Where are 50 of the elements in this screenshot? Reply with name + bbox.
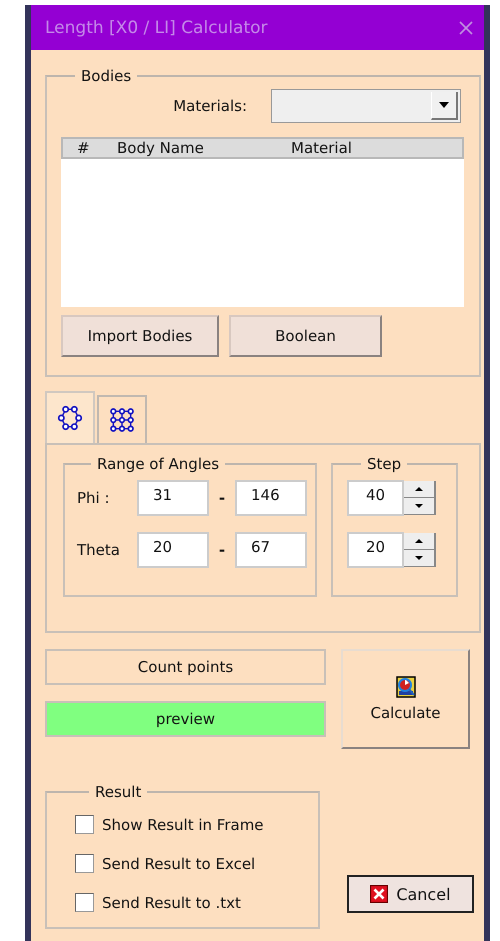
calculate-button[interactable]: Calculate (341, 649, 470, 749)
cancel-button[interactable]: Cancel (346, 875, 474, 913)
up-arrow-icon (415, 539, 423, 543)
import-bodies-button[interactable]: Import Bodies (61, 315, 219, 357)
field-label: Theta (77, 541, 121, 559)
checkbox-label: Send Result to Excel (102, 854, 256, 872)
input-field[interactable]: 67 (235, 532, 307, 568)
tab[interactable] (97, 395, 147, 443)
ring-dots-icon (57, 405, 83, 431)
group-title: Range of Angles (96, 455, 220, 473)
tab[interactable] (45, 391, 95, 443)
spin-up-button[interactable] (404, 533, 436, 550)
column-header[interactable]: Material (291, 139, 352, 157)
checkbox[interactable] (75, 893, 94, 912)
spin-up-button[interactable] (404, 481, 436, 498)
boolean-button[interactable]: Boolean (229, 315, 382, 357)
group-title: Bodies (80, 67, 132, 85)
input-field[interactable]: 146 (235, 480, 307, 516)
grid-dots-icon (109, 407, 135, 433)
checkbox-label: Show Result in Frame (102, 816, 264, 834)
close-icon (370, 885, 388, 903)
preview-button[interactable]: preview (45, 701, 326, 737)
separator-dash: - (218, 489, 226, 507)
separator-dash: - (218, 541, 226, 559)
close-icon (458, 20, 474, 36)
checkbox-label: Send Result to .txt (102, 894, 241, 912)
field-label: Materials: (173, 97, 247, 115)
column-header[interactable]: Body Name (117, 139, 291, 157)
spin-down-button[interactable] (404, 498, 436, 515)
input-field[interactable]: 20 (137, 532, 209, 568)
column-header[interactable]: # (77, 139, 117, 157)
input-field[interactable]: 31 (137, 480, 209, 516)
window-title: Length [X0 / LI] Calculator (45, 18, 268, 38)
input-field[interactable]: 40 (347, 480, 404, 516)
down-arrow-icon (415, 504, 423, 508)
input-field[interactable]: 20 (347, 532, 404, 568)
group-title: Step (366, 455, 402, 473)
group-title: Result (94, 783, 142, 801)
dropdown-button[interactable] (431, 92, 458, 120)
spin-down-button[interactable] (404, 550, 436, 567)
count-points-button[interactable]: Count points (45, 649, 326, 685)
up-arrow-icon (415, 487, 423, 491)
field-label: Phi : (77, 489, 111, 507)
checkbox[interactable] (75, 854, 94, 873)
close-button[interactable] (458, 20, 474, 36)
down-arrow-icon (415, 556, 423, 560)
materials-dropdown[interactable] (271, 89, 461, 123)
checkbox[interactable] (75, 815, 94, 834)
chart-magnifier-icon (396, 676, 416, 698)
caret-icon (439, 102, 449, 108)
